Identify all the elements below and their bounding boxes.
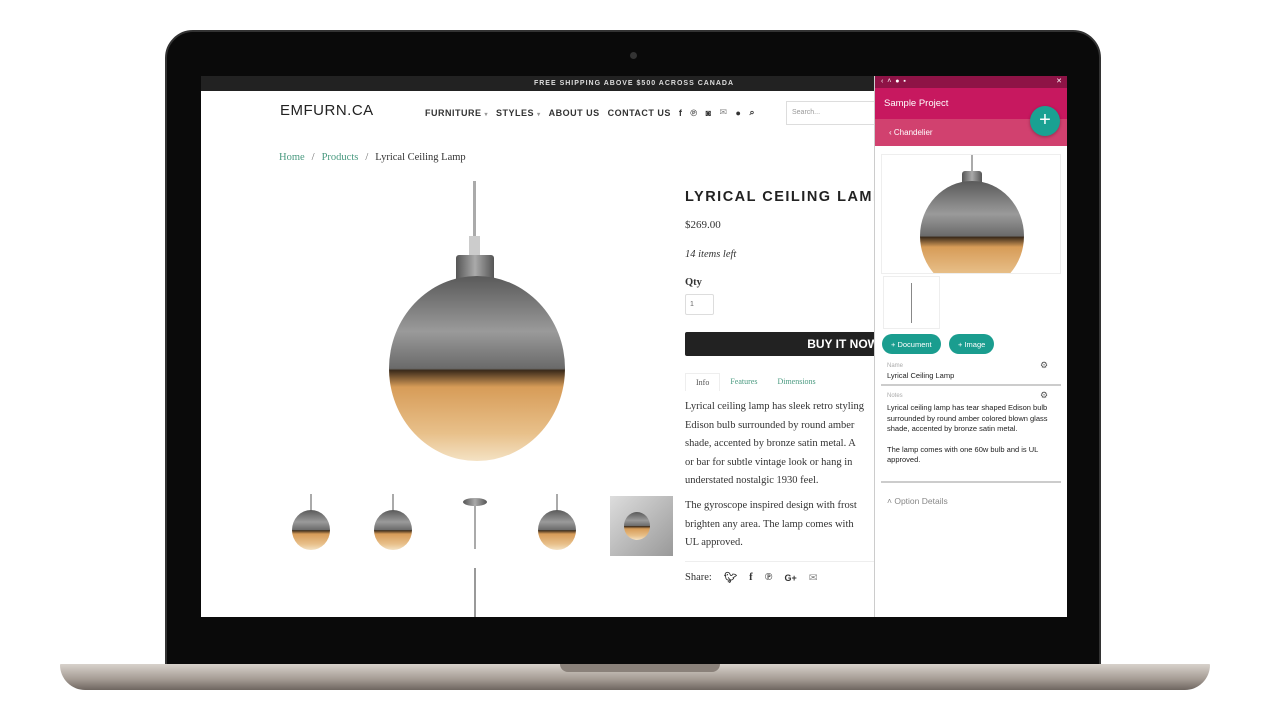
search-input[interactable]: Search... [786,101,886,125]
breadcrumb-current: Lyrical Ceiling Lamp [375,152,466,163]
facebook-icon[interactable]: f [749,572,753,583]
back-icon[interactable]: ‹ [881,78,883,85]
add-fab-button[interactable]: + [1030,106,1060,136]
description-paragraph-1: Lyrical ceiling lamp has sleek retro sty… [685,398,875,491]
desc-line: brighten any area. The lamp comes with [685,518,854,530]
field-settings-icon[interactable]: ⚙ [1040,360,1048,371]
nav-label: STYLES [496,107,535,118]
divider [685,561,875,562]
qty-label: Qty [685,277,702,288]
mail-icon[interactable]: ✉ [809,572,818,584]
instagram-icon[interactable]: ◙ [706,108,712,118]
notes-paragraph: The lamp comes with one 60w bulb and is … [887,444,1039,465]
tab-dimensions[interactable]: Dimensions [767,373,825,391]
store-logo[interactable]: EMFURN.CA [280,102,374,119]
desc-line: Lyrical ceiling lamp has sleek retro sty… [685,401,865,412]
chevron-down-icon: ▾ [484,111,489,118]
nav-about[interactable]: ABOUT US [549,108,600,118]
add-document-button[interactable]: + Document [882,334,941,354]
collapse-icon[interactable]: ˄ [887,78,891,85]
thumbnail-4[interactable] [527,494,587,554]
product-price: $269.00 [685,219,721,231]
stock-count: 14 items left [685,249,737,260]
share-row: Share: 🐦︎ f ℗ G+ ✉ [685,571,818,584]
notes-field[interactable]: Lyrical ceiling lamp has tear shaped Edi… [887,403,1062,466]
mail-icon[interactable]: ✉ [720,107,728,118]
option-details-toggle[interactable]: ˄ Option Details [887,496,948,506]
product-title: LYRICAL CEILING LAMP [685,189,885,205]
main-nav: FURNITURE ▾ STYLES ▾ ABOUT US CONTACT US… [425,107,755,118]
nav-furniture[interactable]: FURNITURE ▾ [425,108,488,118]
thumbnail-1[interactable] [281,494,341,554]
thumbnail-2[interactable] [363,494,423,554]
product-tabs: Info Features Dimensions [685,373,826,391]
twitter-icon[interactable]: 🐦︎ [724,571,737,584]
thumbnail-5[interactable] [610,496,673,556]
description-paragraph-2: The gyroscope inspired design with frost… [685,497,875,553]
save-icon[interactable]: ▪ [903,78,905,85]
nav-styles[interactable]: STYLES ▾ [496,108,541,118]
laptop-notch [560,664,720,672]
field-settings-icon[interactable]: ⚙ [1040,390,1048,401]
name-label: Name [887,363,904,369]
nav-label: FURNITURE [425,107,482,118]
desc-line: Edison bulb surrounded by round amber [685,419,855,431]
panel-main-image[interactable] [881,154,1061,274]
tab-features[interactable]: Features [720,373,767,391]
panel-thumbnail[interactable] [883,276,940,329]
tab-info[interactable]: Info [685,373,721,391]
notes-paragraph: Lyrical ceiling lamp has tear shaped Edi… [887,403,1048,433]
facebook-icon[interactable]: f [679,108,683,118]
back-label: Chandelier [893,128,933,137]
desc-line: or bar for subtle vintage look or hang i… [685,456,853,468]
buy-it-now-button[interactable]: BUY IT NOW [685,332,885,356]
nav-contact[interactable]: CONTACT US [608,108,671,118]
thumbnail-3[interactable] [445,494,505,554]
breadcrumb-home[interactable]: Home [279,152,305,163]
desc-line: UL approved. [685,537,743,548]
add-image-button[interactable]: + Image [949,334,995,354]
desc-line: The gyroscope inspired design with frost [685,500,857,511]
thumbnail-6[interactable] [445,564,505,617]
name-field[interactable]: Lyrical Ceiling Lamp [887,371,1062,382]
notes-label: Notes [887,393,903,399]
pinterest-icon[interactable]: ℗ [690,108,697,118]
search-icon[interactable]: ⌕ [749,107,755,118]
breadcrumb-products[interactable]: Products [322,152,359,163]
screen: FREE SHIPPING ABOVE $500 ACROSS CANADA E… [201,76,1067,617]
project-panel: ‹ ˄ ● ▪ ✕ Sample Project ‹ Chandelier + … [874,76,1067,617]
share-label: Share: [685,572,712,583]
eye-icon[interactable]: ● [895,78,899,85]
google-plus-icon[interactable]: G+ [785,573,797,583]
webcam [630,52,637,59]
qty-input[interactable]: 1 [685,294,714,315]
pinterest-icon[interactable]: ℗ [765,572,773,583]
product-main-image[interactable] [381,181,581,471]
divider [881,481,1061,483]
user-icon[interactable]: ● [736,108,742,118]
desc-line: understated nostalgic 1930 feel. [685,475,819,486]
option-details-label: Option Details [894,496,948,506]
panel-toolbar: ‹ ˄ ● ▪ ✕ [875,76,1067,88]
chevron-down-icon: ▾ [537,111,541,118]
breadcrumb: Home / Products / Lyrical Ceiling Lamp [279,152,466,163]
desc-line: shade, accented by bronze satin metal. A [685,438,856,449]
close-icon[interactable]: ✕ [1056,76,1062,88]
divider [881,384,1061,386]
